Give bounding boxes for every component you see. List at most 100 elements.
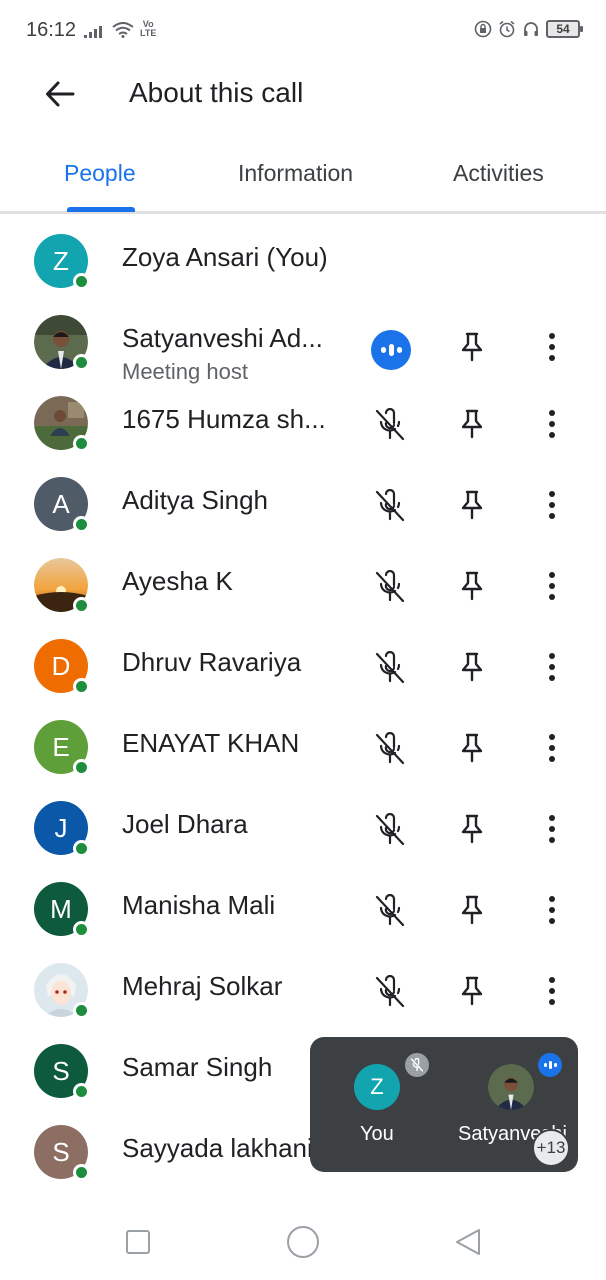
profile-photo xyxy=(488,1064,534,1110)
pin-icon xyxy=(461,490,483,520)
online-status-dot xyxy=(73,516,90,533)
mini-call-label-you: You xyxy=(360,1123,394,1145)
participant-row[interactable]: E ENAYAT KHAN xyxy=(0,710,606,791)
pin-icon xyxy=(461,332,483,362)
online-status-dot xyxy=(73,273,90,290)
participant-row[interactable]: D Dhruv Ravariya xyxy=(0,629,606,710)
avatar: Z xyxy=(34,234,90,290)
avatar: S xyxy=(34,1044,90,1100)
participant-row[interactable]: Ayesha K xyxy=(0,548,606,629)
pin-button[interactable] xyxy=(452,971,492,1011)
more-options-button[interactable] xyxy=(536,327,568,367)
online-status-dot xyxy=(73,921,90,938)
avatar xyxy=(34,315,90,371)
pin-button[interactable] xyxy=(452,647,492,687)
participant-name: Dhruv Ravariya xyxy=(122,647,302,677)
wifi-icon xyxy=(112,22,134,38)
mini-call-window[interactable]: Z You Satyanveshi +13 xyxy=(310,1037,578,1172)
participant-name: Zoya Ansari (You) xyxy=(122,242,328,272)
pin-icon xyxy=(461,976,483,1006)
more-options-button[interactable] xyxy=(536,728,568,768)
speaking-indicator-icon xyxy=(371,330,411,370)
online-status-dot xyxy=(73,354,90,371)
signal-icon xyxy=(84,26,102,38)
participant-name: 1675 Humza sh... xyxy=(122,404,326,434)
muted-mic-icon xyxy=(369,890,411,932)
participant-row[interactable]: J Joel Dhara xyxy=(0,791,606,872)
more-options-button[interactable] xyxy=(536,404,568,444)
speaking-indicator-icon xyxy=(538,1053,562,1077)
back-button[interactable] xyxy=(42,76,78,112)
muted-mic-icon xyxy=(369,971,411,1013)
back-nav-button[interactable] xyxy=(450,1224,486,1260)
pin-icon xyxy=(461,409,483,439)
more-options-button[interactable] xyxy=(536,971,568,1011)
signal-icons: Vo LTE xyxy=(84,20,156,38)
pin-button[interactable] xyxy=(452,809,492,849)
participant-row[interactable]: M Manisha Mali xyxy=(0,872,606,953)
participant-row[interactable]: Satyanveshi Ad... Meeting host xyxy=(0,305,606,386)
headset-icon xyxy=(524,22,538,36)
pin-icon xyxy=(461,895,483,925)
recents-button[interactable] xyxy=(120,1224,156,1260)
muted-mic-icon xyxy=(369,404,411,446)
host-label: Meeting host xyxy=(122,359,248,384)
avatar xyxy=(34,396,90,452)
muted-mic-icon xyxy=(369,809,411,851)
participant-name: Aditya Singh xyxy=(122,485,268,515)
more-participants-badge[interactable]: +13 xyxy=(532,1129,570,1167)
online-status-dot xyxy=(73,597,90,614)
status-time: 16:12 xyxy=(26,19,77,41)
arrow-back-icon xyxy=(46,81,75,107)
lock-rotation-icon xyxy=(474,20,492,38)
participant-name: Manisha Mali xyxy=(122,890,276,920)
pin-button[interactable] xyxy=(452,566,492,606)
battery-indicator: 54 xyxy=(546,20,583,38)
pin-button[interactable] xyxy=(452,404,492,444)
triangle-back-icon xyxy=(456,1229,480,1255)
online-status-dot xyxy=(73,1083,90,1100)
online-status-dot xyxy=(73,840,90,857)
tab-bar: People Information Activities xyxy=(0,140,606,214)
participant-row[interactable]: Z Zoya Ansari (You) xyxy=(0,224,606,305)
participant-row[interactable]: Mehraj Solkar xyxy=(0,953,606,1034)
home-button[interactable] xyxy=(285,1224,321,1260)
online-status-dot xyxy=(73,678,90,695)
muted-mic-icon xyxy=(405,1053,429,1077)
avatar: M xyxy=(34,882,90,938)
more-options-button[interactable] xyxy=(536,647,568,687)
volte-indicator: Vo LTE xyxy=(140,19,157,38)
avatar: D xyxy=(34,639,90,695)
more-options-button[interactable] xyxy=(536,809,568,849)
avatar xyxy=(34,963,90,1019)
tab-activities[interactable]: Activities xyxy=(453,160,544,187)
page-title: About this call xyxy=(129,77,304,108)
participant-name: Samar Singh xyxy=(122,1052,273,1082)
muted-mic-icon xyxy=(369,647,411,689)
online-status-dot xyxy=(73,759,90,776)
circle-icon xyxy=(287,1226,319,1258)
participant-row[interactable]: A Aditya Singh xyxy=(0,467,606,548)
avatar: E xyxy=(34,720,90,776)
pin-button[interactable] xyxy=(452,485,492,525)
pin-button[interactable] xyxy=(452,327,492,367)
avatar xyxy=(34,558,90,614)
status-right-icons: 54 xyxy=(474,20,583,38)
alarm-icon xyxy=(499,20,515,38)
more-options-button[interactable] xyxy=(536,890,568,930)
tab-information[interactable]: Information xyxy=(238,160,353,187)
participant-row[interactable]: 1675 Humza sh... xyxy=(0,386,606,467)
more-options-button[interactable] xyxy=(536,566,568,606)
active-tab-indicator xyxy=(67,207,135,212)
avatar: A xyxy=(34,477,90,533)
avatar: J xyxy=(34,801,90,857)
pin-button[interactable] xyxy=(452,890,492,930)
pin-button[interactable] xyxy=(452,728,492,768)
tab-people[interactable]: People xyxy=(64,160,136,187)
mini-call-tile-you: Z You xyxy=(310,1037,444,1172)
muted-mic-icon xyxy=(369,566,411,608)
participant-name: Sayyada lakhani xyxy=(122,1133,313,1163)
participant-name: Ayesha K xyxy=(122,566,233,596)
more-options-button[interactable] xyxy=(536,485,568,525)
muted-mic-icon xyxy=(369,485,411,527)
